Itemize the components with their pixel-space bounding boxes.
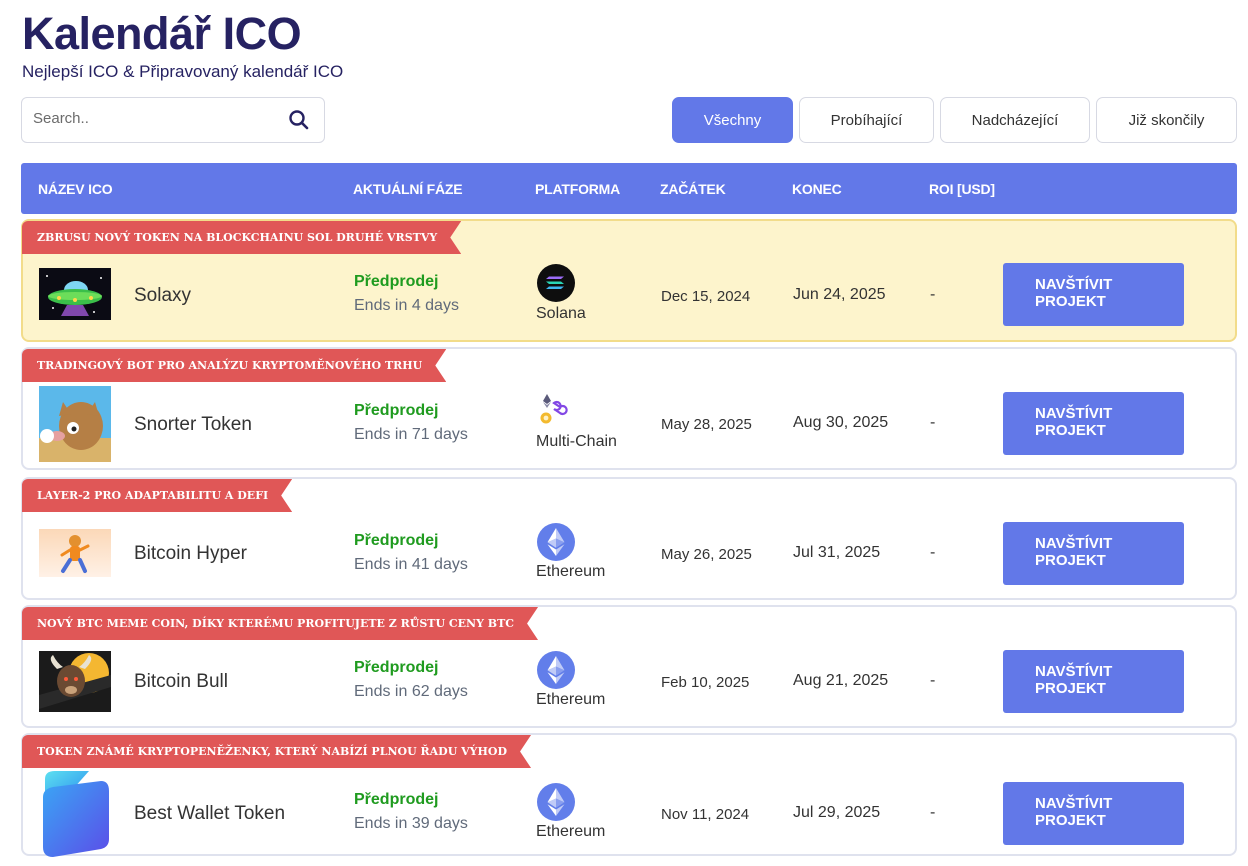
column-header-end: KONEC: [792, 181, 842, 197]
ico-ends-in: Ends in 71 days: [354, 426, 468, 443]
multichain-icon: [540, 394, 568, 424]
table-row: TRADINGOVÝ BOT PRO ANALÝZU KRYPTOMĚNOVÉH…: [21, 347, 1237, 470]
filter-all-button[interactable]: Všechny: [672, 97, 793, 143]
end-date: Aug 30, 2025: [793, 414, 889, 431]
platform-name: Multi-Chain: [536, 433, 617, 450]
row-ribbon: LAYER-2 PRO ADAPTABILITU A DEFI: [22, 479, 292, 512]
ico-ends-in: Ends in 62 days: [354, 683, 468, 700]
ico-ends-in: Ends in 39 days: [354, 815, 468, 832]
table-row: NOVÝ BTC MEME COIN, DÍKY KTERÉMU PROFITU…: [21, 605, 1237, 728]
end-date: Aug 21, 2025: [793, 672, 889, 689]
column-header-platform: PLATFORMA: [535, 181, 621, 197]
ufo-logo: [39, 268, 111, 320]
end-date: Jun 24, 2025: [793, 286, 886, 303]
visit-project-button[interactable]: NAVŠTÍVIT PROJEKT: [1003, 522, 1184, 585]
ethereum-icon: [537, 783, 575, 821]
search-icon[interactable]: [288, 109, 310, 131]
ico-phase: Předprodej: [354, 273, 439, 290]
search-input[interactable]: [33, 110, 273, 127]
ethereum-icon: [537, 651, 575, 689]
ico-name: Best Wallet Token: [134, 803, 286, 824]
visit-project-button[interactable]: NAVŠTÍVIT PROJEKT: [1003, 650, 1184, 713]
start-date: Feb 10, 2025: [661, 674, 750, 691]
start-date: May 28, 2025: [661, 416, 752, 433]
platform-name: Ethereum: [536, 563, 606, 580]
page-title: Kalendář ICO: [22, 8, 302, 59]
platform-name: Ethereum: [536, 823, 606, 840]
filter-upcoming-button[interactable]: Nadcházející: [940, 97, 1090, 143]
ico-name: Bitcoin Hyper: [134, 543, 247, 564]
roi-value: -: [930, 804, 936, 821]
column-header-start: ZAČÁTEK: [660, 181, 726, 197]
ico-name: Bitcoin Bull: [134, 671, 228, 692]
roi-value: -: [930, 544, 936, 561]
ico-phase: Předprodej: [354, 532, 439, 549]
ico-phase: Předprodej: [354, 402, 439, 419]
table-row: ZBRUSU NOVÝ TOKEN NA BLOCKCHAINU SOL DRU…: [21, 219, 1237, 342]
column-header-phase: AKTUÁLNÍ FÁZE: [353, 181, 463, 197]
ethereum-icon: [537, 523, 575, 561]
roi-value: -: [930, 286, 936, 303]
visit-project-button[interactable]: NAVŠTÍVIT PROJEKT: [1003, 392, 1184, 455]
ico-ends-in: Ends in 41 days: [354, 556, 468, 573]
ico-name: Solaxy: [134, 285, 192, 306]
row-ribbon: NOVÝ BTC MEME COIN, DÍKY KTERÉMU PROFITU…: [22, 607, 538, 640]
row-ribbon: TRADINGOVÝ BOT PRO ANALÝZU KRYPTOMĚNOVÉH…: [22, 349, 446, 382]
roi-value: -: [930, 414, 936, 431]
table-header: NÁZEV ICO AKTUÁLNÍ FÁZE PLATFORMA ZAČÁTE…: [21, 163, 1237, 214]
row-ribbon: ZBRUSU NOVÝ TOKEN NA BLOCKCHAINU SOL DRU…: [22, 221, 461, 254]
platform-name: Ethereum: [536, 691, 606, 708]
page-subtitle: Nejlepší ICO & Připravovaný kalendář ICO: [22, 62, 344, 81]
roi-value: -: [930, 672, 936, 689]
visit-project-button[interactable]: NAVŠTÍVIT PROJEKT: [1003, 263, 1184, 326]
table-row: TOKEN ZNÁMÉ KRYPTOPENĚŽENKY, KTERÝ NABÍZ…: [21, 733, 1237, 857]
filter-ongoing-button[interactable]: Probíhající: [799, 97, 934, 143]
solana-icon: [537, 264, 575, 302]
start-date: Dec 15, 2024: [661, 288, 751, 305]
ico-name: Snorter Token: [134, 414, 252, 435]
platform-name: Solana: [536, 305, 586, 322]
end-date: Jul 29, 2025: [793, 804, 881, 821]
visit-project-button[interactable]: NAVŠTÍVIT PROJEKT: [1003, 782, 1184, 845]
start-date: May 26, 2025: [661, 546, 752, 563]
column-header-roi: ROI [USD]: [929, 181, 995, 197]
row-ribbon: TOKEN ZNÁMÉ KRYPTOPENĚŽENKY, KTERÝ NABÍZ…: [22, 735, 531, 768]
bull-logo: [39, 651, 111, 712]
ico-phase: Předprodej: [354, 659, 439, 676]
end-date: Jul 31, 2025: [793, 544, 881, 561]
snorter-logo: [39, 386, 111, 462]
table-row: LAYER-2 PRO ADAPTABILITU A DEFI Bitcoin …: [21, 477, 1237, 600]
start-date: Nov 11, 2024: [661, 806, 750, 823]
ico-ends-in: Ends in 4 days: [354, 297, 459, 314]
filter-ended-button[interactable]: Již skončily: [1096, 97, 1237, 143]
ico-phase: Předprodej: [354, 791, 439, 808]
search-box[interactable]: [21, 97, 325, 143]
column-header-name: NÁZEV ICO: [38, 181, 113, 197]
best-wallet-logo: [39, 771, 111, 857]
bitcoin-hyper-logo: [39, 529, 111, 577]
